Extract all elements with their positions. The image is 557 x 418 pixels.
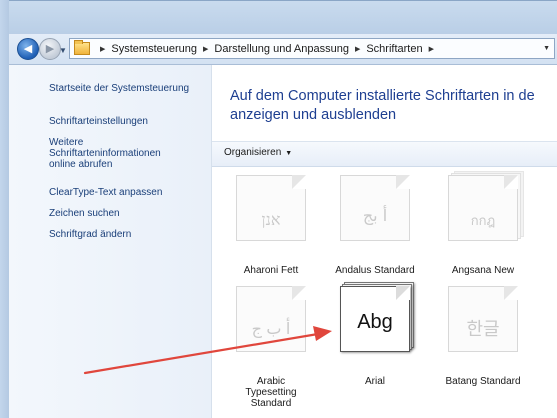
font-preview: אנן [236, 175, 306, 241]
font-sample-text: אנן [261, 210, 281, 229]
breadcrumb-separator-icon[interactable]: ▶ [203, 45, 208, 53]
font-sample-text: Abg [357, 311, 393, 333]
font-preview: ﺃ ﺏ ﺝ [236, 286, 306, 352]
control-panel-folder-icon [74, 40, 90, 55]
font-item-arabic-typesetting[interactable]: ﺃ ﺏ ﺝ Arabic Typesetting Standard [221, 286, 321, 416]
link-more-font-info-line: online abrufen [49, 159, 113, 170]
font-sample-text: أ بج [362, 206, 388, 225]
link-control-panel-home[interactable]: Startseite der Systemsteuerung [49, 83, 209, 94]
content-area: Auf dem Computer installierte Schriftart… [212, 65, 557, 418]
link-more-font-info-line: Weitere [49, 137, 84, 148]
link-cleartype[interactable]: ClearType-Text anpassen [49, 187, 209, 198]
font-item-arial[interactable]: Abg Arial [325, 282, 425, 396]
link-find-character[interactable]: Zeichen suchen [49, 208, 209, 219]
font-item-aharoni[interactable]: אנן Aharoni Fett [221, 175, 321, 285]
font-name: Arabic Typesetting Standard [221, 376, 321, 409]
breadcrumb-separator-icon[interactable]: ▶ [100, 45, 105, 53]
font-name-line: Typesetting [245, 387, 297, 398]
breadcrumb-systemsteuerung[interactable]: Systemsteuerung [111, 43, 197, 55]
font-name: Arial [364, 376, 385, 387]
font-name: Angsana New [451, 265, 515, 276]
breadcrumb: ▶ Systemsteuerung ▶ Darstellung und Anpa… [94, 39, 440, 58]
command-bar: Organisieren ▼ [212, 141, 557, 167]
navigation-bar: ◀ ▶ ▼ ▶ Systemsteuerung ▶ Darstellung un… [9, 34, 557, 65]
chevron-down-icon: ▼ [285, 150, 293, 157]
forward-arrow-icon: ▶ [45, 43, 55, 55]
font-name-line: Arabic [256, 376, 286, 387]
font-preview: 한글 [448, 286, 518, 352]
window-left-border [0, 0, 9, 418]
font-preview: أ بج [340, 175, 410, 241]
font-item-andalus[interactable]: أ بج Andalus Standard [325, 175, 425, 285]
breadcrumb-darstellung[interactable]: Darstellung und Anpassung [214, 43, 349, 55]
font-sample-text: 한글 [466, 319, 500, 339]
font-sample-text: กกฎ [470, 213, 496, 228]
font-name: Aharoni Fett [243, 265, 299, 276]
recent-pages-dropdown-icon[interactable]: ▼ [59, 46, 67, 55]
font-sample-text: ﺃ ﺏ ﺝ [251, 321, 291, 338]
link-more-font-info[interactable]: Weitere Schriftarteninformationen online… [49, 137, 209, 170]
font-name: Andalus Standard [335, 265, 415, 276]
address-bar[interactable]: ▶ Systemsteuerung ▶ Darstellung und Anpa… [69, 38, 555, 59]
organize-label: Organisieren [224, 147, 282, 158]
font-preview: Abg [340, 286, 410, 352]
font-name-line: Standard [250, 398, 292, 409]
back-button[interactable]: ◀ [17, 38, 39, 60]
font-name: Batang Standard [445, 376, 521, 387]
link-change-font-size[interactable]: Schriftgrad ändern [49, 229, 209, 240]
link-font-settings[interactable]: Schriftarteinstellungen [49, 116, 209, 127]
breadcrumb-separator-icon[interactable]: ▶ [429, 45, 434, 53]
breadcrumb-schriftarten[interactable]: Schriftarten [366, 43, 422, 55]
task-pane: Startseite der Systemsteuerung Schriftar… [9, 65, 212, 418]
window-title-bar [0, 0, 557, 35]
address-dropdown-icon[interactable]: ▼ [543, 45, 550, 52]
link-more-font-info-line: Schriftarteninformationen [49, 148, 161, 159]
page-title: Auf dem Computer installierte Schriftart… [230, 88, 535, 123]
back-arrow-icon: ◀ [23, 43, 33, 55]
font-item-batang[interactable]: 한글 Batang Standard [433, 286, 533, 396]
breadcrumb-separator-icon[interactable]: ▶ [355, 45, 360, 53]
organize-menu-button[interactable]: Organisieren ▼ [224, 147, 292, 158]
forward-button[interactable]: ▶ [39, 38, 61, 60]
font-item-angsana[interactable]: กกฎ Angsana New [433, 171, 533, 285]
font-preview: กกฎ [448, 175, 518, 241]
